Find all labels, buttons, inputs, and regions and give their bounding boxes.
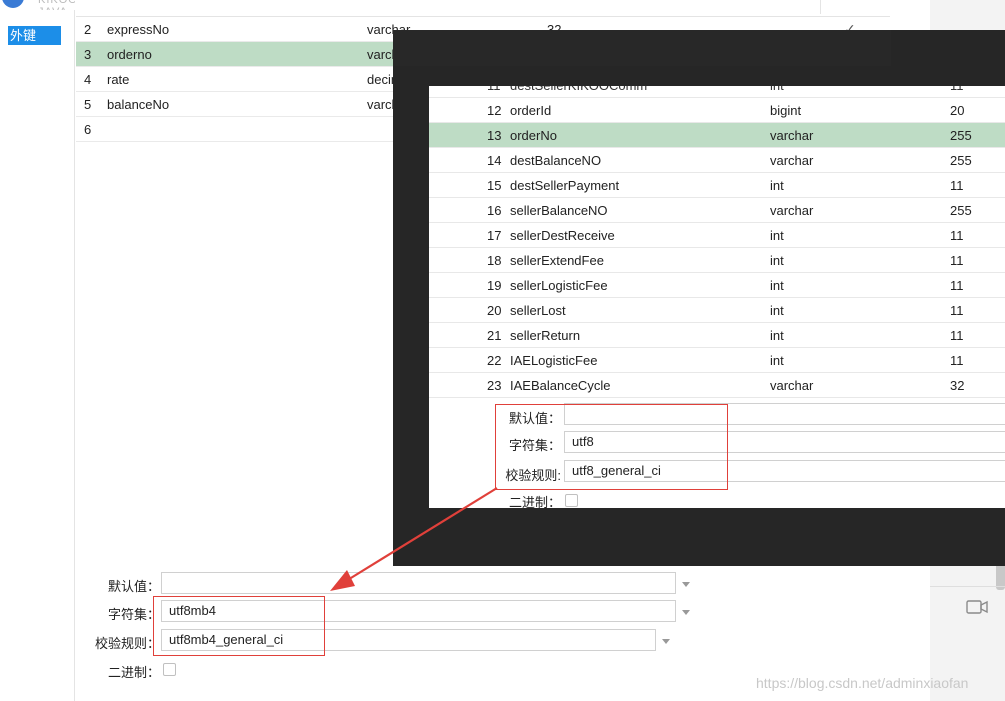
field-name: orderno — [107, 47, 152, 62]
annotation-box-overlay — [495, 404, 728, 490]
row-index: 6 — [84, 122, 92, 137]
field-type: bigint — [770, 103, 802, 118]
row-index: 3 — [84, 47, 92, 62]
overlay-top-band — [393, 30, 891, 66]
row-index: 17 — [487, 228, 502, 243]
app-logo — [2, 0, 24, 8]
field-type: int — [770, 228, 784, 243]
field-name: sellerExtendFee — [510, 253, 604, 268]
charset-label: 字符集： — [107, 607, 160, 622]
field-length: 255 — [950, 203, 972, 218]
video-camera-icon[interactable] — [966, 600, 988, 614]
row-index: 14 — [487, 153, 502, 168]
binary-checkbox[interactable] — [163, 663, 176, 676]
field-name: destSellerPayment — [510, 178, 620, 193]
field-length: 11 — [950, 253, 964, 268]
field-length: 11 — [950, 278, 964, 293]
row-index: 5 — [84, 97, 92, 112]
field-length: 11 — [950, 328, 964, 343]
default-value-input[interactable] — [161, 572, 676, 594]
field-length: 11 — [950, 353, 964, 368]
field-name: destSellerKIKOOComm — [510, 86, 647, 98]
field-name: rate — [107, 72, 130, 87]
annotation-box-bottom — [153, 596, 325, 656]
field-name: orderNo — [510, 128, 557, 143]
dropdown-caret-icon[interactable] — [662, 639, 670, 644]
field-name: sellerReturn — [510, 328, 581, 343]
panel-divider — [820, 0, 821, 14]
row-index: 11 — [487, 86, 501, 98]
field-name: orderId — [510, 103, 552, 118]
field-length: 255 — [950, 128, 972, 143]
dropdown-caret-icon[interactable] — [682, 582, 690, 587]
field-type: int — [770, 353, 784, 368]
table-row[interactable]: 17 sellerDestReceive int 11 — [429, 223, 1005, 248]
table-row[interactable]: 21 sellerReturn int 11 — [429, 323, 1005, 348]
row-index: 2 — [84, 22, 92, 37]
field-type: varchar — [770, 153, 814, 168]
field-type: varchar — [770, 128, 814, 143]
field-name: sellerDestReceive — [510, 228, 615, 243]
left-sidebar: 外键 — [0, 10, 75, 701]
field-name: expressNo — [107, 22, 170, 37]
collation-label: 校验规则： — [94, 636, 160, 651]
field-name: sellerLost — [510, 303, 566, 318]
default-value-label: 默认值： — [107, 579, 160, 594]
table-row[interactable]: 18 sellerExtendFee int 11 — [429, 248, 1005, 273]
field-name: sellerLogisticFee — [510, 278, 608, 293]
field-type: int — [770, 178, 784, 193]
field-length: 11 — [950, 228, 964, 243]
field-length: 11 — [950, 86, 964, 98]
field-type: int — [770, 253, 784, 268]
field-type: int — [770, 328, 784, 343]
field-length: 11 — [950, 178, 964, 193]
table-row[interactable]: 23 IAEBalanceCycle varchar 32 — [429, 373, 1005, 398]
field-type: int — [770, 303, 784, 318]
field-name: IAEBalanceCycle — [510, 378, 611, 393]
table-row[interactable]: 15 destSellerPayment int 11 — [429, 173, 1005, 198]
row-index: 12 — [487, 103, 502, 118]
row-index: 22 — [487, 353, 502, 368]
row-index: 18 — [487, 253, 502, 268]
field-name: balanceNo — [107, 97, 170, 112]
field-length: 255 — [950, 153, 972, 168]
app-title: KIKOO JAVA — [38, 0, 75, 10]
field-name: destBalanceNO — [510, 153, 602, 168]
row-index: 13 — [487, 128, 502, 143]
binary-label: 二进制： — [107, 665, 160, 680]
field-length: 20 — [950, 103, 965, 118]
row-index: 15 — [487, 178, 502, 193]
table-row[interactable]: 20 sellerLost int 11 — [429, 298, 1005, 323]
table-row[interactable]: 19 sellerLogisticFee int 11 — [429, 273, 1005, 298]
dropdown-caret-icon[interactable] — [682, 610, 690, 615]
field-type: varchar — [770, 203, 814, 218]
table-row[interactable]: 14 destBalanceNO varchar 255 — [429, 148, 1005, 173]
field-type: varchar — [770, 378, 814, 393]
table-row[interactable]: 16 sellerBalanceNO varchar 255 — [429, 198, 1005, 223]
binary-checkbox[interactable] — [565, 494, 578, 507]
binary-label: 二进制： — [508, 495, 561, 508]
row-index: 21 — [487, 328, 502, 343]
row-index: 23 — [487, 378, 502, 393]
field-name: sellerBalanceNO — [510, 203, 608, 218]
field-length: 11 — [950, 303, 964, 318]
field-name: IAELogisticFee — [510, 353, 598, 368]
row-index: 20 — [487, 303, 502, 318]
table-row[interactable]: 12 orderId bigint 20 — [429, 98, 1005, 123]
field-type: int — [770, 86, 784, 98]
side-divider — [930, 586, 1005, 587]
row-index: 16 — [487, 203, 502, 218]
field-type: int — [770, 278, 784, 293]
row-index: 4 — [84, 72, 92, 87]
table-row-selected[interactable]: 13 orderNo varchar 255 — [429, 123, 1005, 148]
table-row[interactable]: 22 IAELogisticFee int 11 — [429, 348, 1005, 373]
app-title-bar: KIKOO JAVA — [0, 0, 75, 10]
watermark: https://blog.csdn.net/adminxiaofan — [756, 675, 969, 691]
field-length: 32 — [950, 378, 965, 393]
row-index: 19 — [487, 278, 502, 293]
tab-foreign-key[interactable]: 外键 — [8, 26, 61, 45]
table-row[interactable]: 11 destSellerKIKOOComm int 11 — [429, 86, 1005, 98]
